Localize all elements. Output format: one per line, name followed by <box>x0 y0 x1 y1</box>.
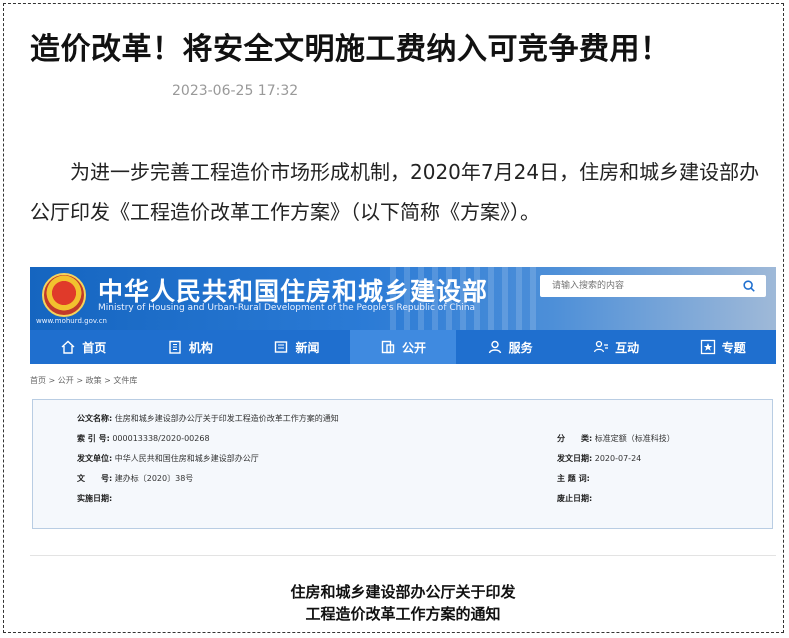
nav-label: 服务 <box>508 340 533 355</box>
nav-label: 新闻 <box>295 340 320 355</box>
meta-value: 住房和城乡建设部办公厅关于印发工程造价改革工作方案的通知 <box>114 414 339 423</box>
nav-label: 机构 <box>188 340 213 355</box>
nav-label: 公开 <box>402 340 427 355</box>
site-name-en: Ministry of Housing and Urban-Rural Deve… <box>98 303 476 313</box>
star-icon <box>700 339 715 355</box>
meta-number: 文 号: 建办标〔2020〕38号 <box>77 473 193 484</box>
meta-label: 发文单位: <box>77 454 113 463</box>
article-date: 2023-06-25 17:32 <box>172 83 299 99</box>
meta-label: 索 引 号: <box>77 434 110 443</box>
nav-item-home[interactable]: 首页 <box>30 330 137 364</box>
divider <box>30 555 776 556</box>
interact-icon <box>594 340 609 353</box>
home-icon <box>61 340 75 354</box>
document-title-line2: 工程造价改革工作方案的通知 <box>305 605 501 623</box>
nav-label: 专题 <box>721 340 746 355</box>
meta-effective: 实施日期: <box>77 493 112 504</box>
paragraph-text: 为进一步完善工程造价市场形成机制，2020年7月24日，住房和城乡建设部办公厅印… <box>30 160 760 224</box>
page-frame: 造价改革！将安全文明施工费纳入可竞争费用！ 2023-06-25 17:32 为… <box>3 3 784 633</box>
meta-value: 中华人民共和国住房和城乡建设部办公厅 <box>114 454 259 463</box>
article-title: 造价改革！将安全文明施工费纳入可竞争费用！ <box>30 32 671 67</box>
meta-value: 000013338/2020-00268 <box>112 434 210 443</box>
embedded-screenshot: 中华人民共和国住房和城乡建设部 Ministry of Housing and … <box>30 267 776 632</box>
meta-value: 2020-07-24 <box>594 454 642 463</box>
document-meta-table: 公文名称: 住房和城乡建设部办公厅关于印发工程造价改革工作方案的通知 索 引 号… <box>32 399 773 529</box>
meta-index: 索 引 号: 000013338/2020-00268 <box>77 433 210 444</box>
site-url: www.mohurd.gov.cn <box>36 317 107 325</box>
news-icon <box>275 341 288 353</box>
meta-expire: 废止日期: <box>557 493 592 504</box>
meta-category: 分 类: 标准定额（标准科技） <box>557 433 675 444</box>
meta-value: 标准定额（标准科技） <box>594 434 675 443</box>
meta-label: 主 题 词: <box>557 474 590 483</box>
nav-item-service[interactable]: 服务 <box>456 330 563 364</box>
nav-item-news[interactable]: 新闻 <box>243 330 350 364</box>
site-banner: 中华人民共和国住房和城乡建设部 Ministry of Housing and … <box>30 267 776 330</box>
breadcrumb[interactable]: 首页 > 公开 > 政策 > 文件库 <box>30 375 137 386</box>
nav-item-org[interactable]: 机构 <box>137 330 244 364</box>
search-box[interactable] <box>540 275 766 297</box>
search-input[interactable] <box>540 275 736 297</box>
document-title-line1: 住房和城乡建设部办公厅关于印发 <box>290 583 516 601</box>
meta-label: 发文日期: <box>557 454 593 463</box>
open-doc-icon <box>381 340 395 354</box>
document-title: 住房和城乡建设部办公厅关于印发 工程造价改革工作方案的通知 <box>30 581 776 625</box>
meta-issuer: 发文单位: 中华人民共和国住房和城乡建设部办公厅 <box>77 453 259 464</box>
nav-item-interact[interactable]: 互动 <box>563 330 670 364</box>
nav-label: 首页 <box>82 340 107 355</box>
article-paragraph: 为进一步完善工程造价市场形成机制，2020年7月24日，住房和城乡建设部办公厅印… <box>30 152 770 232</box>
nav-label: 互动 <box>615 340 640 355</box>
meta-doc-name: 公文名称: 住房和城乡建设部办公厅关于印发工程造价改革工作方案的通知 <box>77 413 339 424</box>
national-emblem-icon <box>42 273 86 317</box>
meta-label: 实施日期: <box>77 494 113 503</box>
meta-subject: 主 题 词: <box>557 473 590 484</box>
meta-label: 文 号: <box>77 474 113 483</box>
building-icon <box>169 340 181 354</box>
search-icon[interactable] <box>742 279 756 293</box>
service-user-icon <box>488 340 501 354</box>
nav-item-topic[interactable]: 专题 <box>669 330 776 364</box>
meta-label: 公文名称: <box>77 414 113 423</box>
main-nav: 首页 机构 新闻 公开 服务 互动 专题 <box>30 330 776 364</box>
meta-label: 分 类: <box>557 434 593 443</box>
nav-item-open[interactable]: 公开 <box>349 330 457 364</box>
meta-label: 废止日期: <box>557 494 593 503</box>
meta-value: 建办标〔2020〕38号 <box>114 474 194 483</box>
meta-issue-date: 发文日期: 2020-07-24 <box>557 453 641 464</box>
